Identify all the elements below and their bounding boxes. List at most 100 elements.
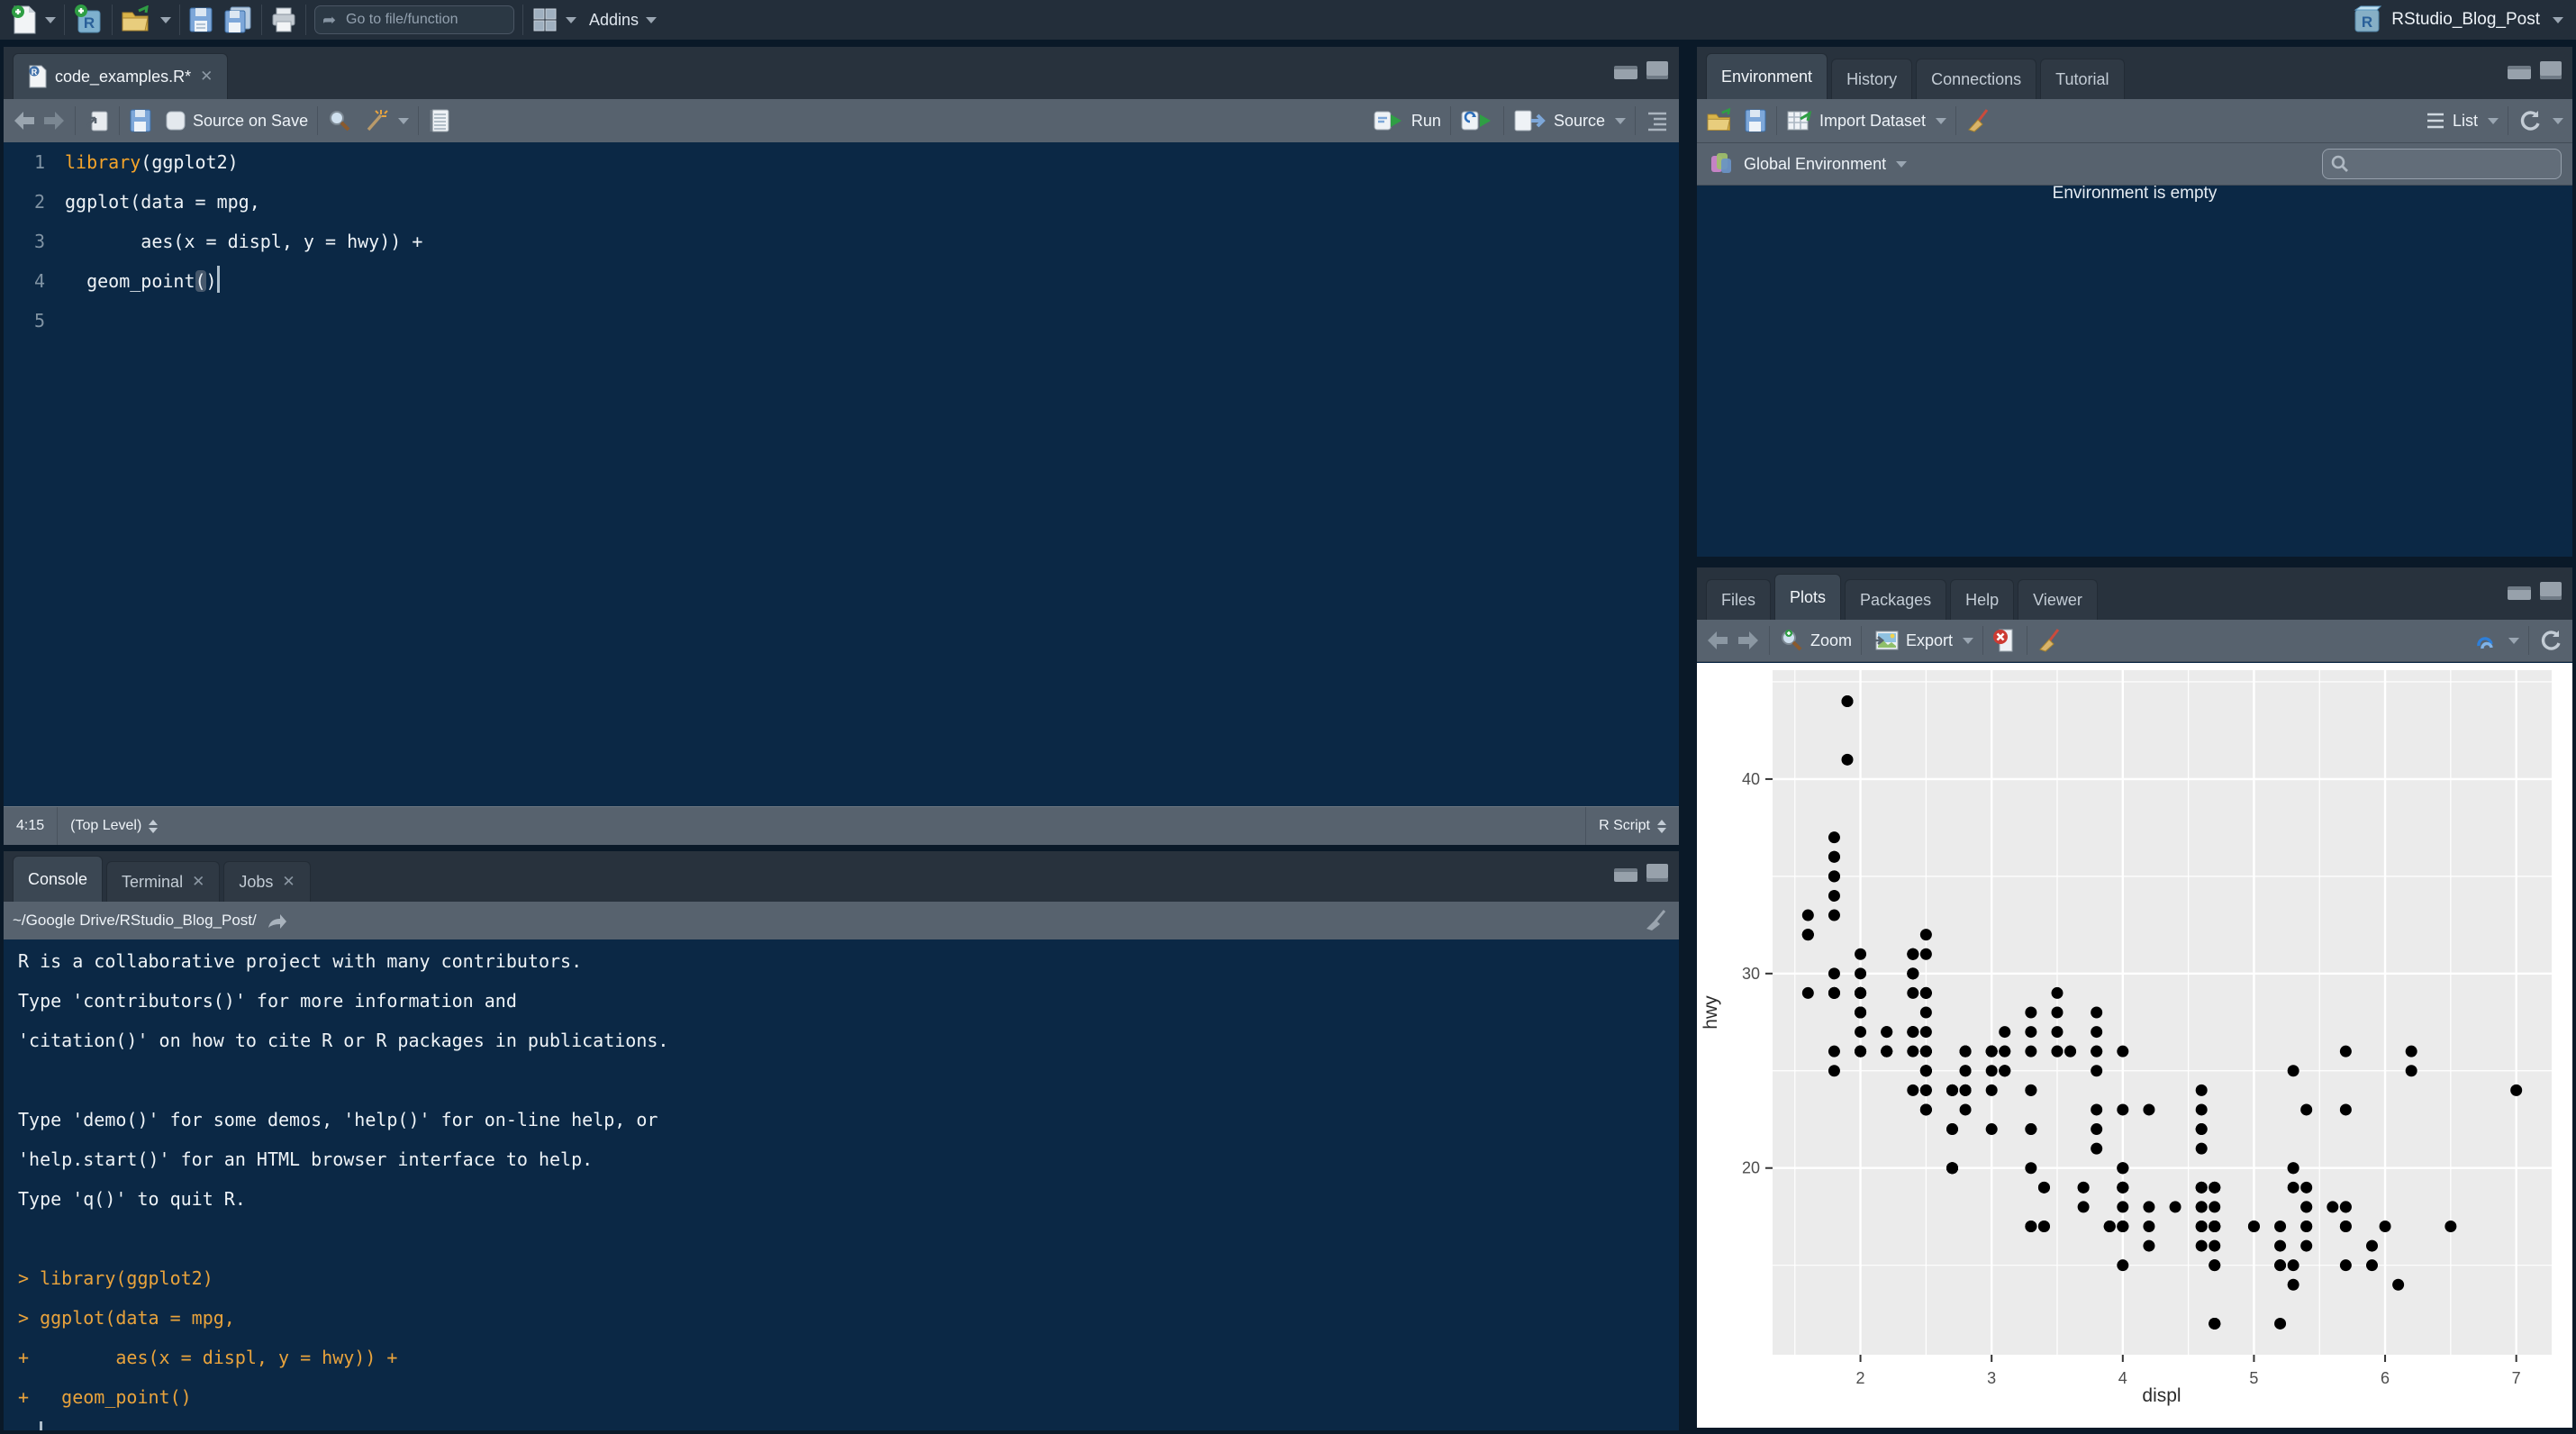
goto-file-input[interactable] xyxy=(314,5,514,34)
tab-connections[interactable]: Connections xyxy=(1916,59,2037,99)
tab-tutorial[interactable]: Tutorial xyxy=(2040,59,2125,99)
code-line[interactable]: 5 xyxy=(4,301,1679,340)
code-line[interactable]: 3 aes(x = displ, y = hwy)) + xyxy=(4,222,1679,261)
refresh-icon xyxy=(2520,111,2540,131)
save-button[interactable] xyxy=(188,6,213,33)
environment-search[interactable] xyxy=(2322,149,2562,179)
code-editor[interactable]: 1 library(ggplot2) 2 ggplot(data = mpg, 3 ae… xyxy=(4,142,1679,807)
next-plot-icon[interactable] xyxy=(1737,630,1760,651)
clear-plots-icon[interactable] xyxy=(2036,627,2064,654)
code-tools-button[interactable] xyxy=(363,108,410,133)
data-point xyxy=(1841,695,1854,708)
code-line[interactable]: 4 geom_point() xyxy=(4,261,1679,301)
import-dataset-button[interactable]: Import Dataset xyxy=(1786,108,1947,133)
code-line[interactable]: 2 ggplot(data = mpg, xyxy=(4,182,1679,222)
maximize-pane-icon[interactable] xyxy=(2540,582,2562,600)
search-icon[interactable] xyxy=(327,108,352,133)
data-point xyxy=(2195,1084,2208,1096)
minimize-pane-icon[interactable] xyxy=(1614,66,1637,79)
forward-icon[interactable] xyxy=(42,110,66,132)
tab-packages[interactable]: Packages xyxy=(1845,579,1947,620)
remove-plot-icon[interactable] xyxy=(1992,628,2018,653)
plots-toolbar: Zoom Export xyxy=(1697,620,2572,662)
tab-plots[interactable]: Plots xyxy=(1774,574,1842,620)
previous-plot-icon[interactable] xyxy=(1706,630,1729,651)
checkbox-icon[interactable] xyxy=(165,110,186,132)
open-file-button[interactable] xyxy=(121,5,171,34)
tab-terminal[interactable]: Terminal ✕ xyxy=(106,861,221,902)
source-button[interactable]: Source xyxy=(1513,109,1626,132)
tab-environment[interactable]: Environment xyxy=(1706,53,1828,99)
data-point xyxy=(2117,1103,2129,1116)
maximize-pane-icon[interactable] xyxy=(2540,61,2562,79)
data-point xyxy=(2103,1221,2116,1232)
load-workspace-icon[interactable] xyxy=(1706,108,1735,133)
goto-directory-icon[interactable] xyxy=(266,911,287,930)
data-point xyxy=(2287,1181,2299,1193)
clear-environment-icon[interactable] xyxy=(1965,107,1992,134)
source-icon xyxy=(1514,110,1546,132)
save-all-button[interactable] xyxy=(222,5,253,34)
print-button[interactable] xyxy=(270,6,297,33)
refresh-environment-button[interactable] xyxy=(2517,108,2563,133)
minimize-pane-icon[interactable] xyxy=(2508,586,2531,600)
rerun-icon[interactable] xyxy=(1460,108,1494,133)
popout-window-icon[interactable] xyxy=(85,108,110,133)
source-on-save-toggle[interactable]: Source on Save xyxy=(165,110,308,132)
code-line[interactable]: 1 library(ggplot2) xyxy=(4,142,1679,182)
console-output-line: R is a collaborative project with many c… xyxy=(18,950,583,972)
save-icon[interactable] xyxy=(129,108,152,133)
project-menu-button[interactable]: R RStudio_Blog_Post xyxy=(2352,5,2563,35)
publish-plot-button[interactable] xyxy=(2472,628,2519,653)
data-point xyxy=(2392,1278,2405,1291)
console-output[interactable]: R is a collaborative project with many c… xyxy=(4,939,1679,1430)
clear-console-icon[interactable] xyxy=(1643,907,1670,934)
new-project-button[interactable]: R xyxy=(73,4,104,36)
svg-text:R: R xyxy=(2362,14,2372,31)
tab-label: Console xyxy=(28,869,88,888)
tab-help[interactable]: Help xyxy=(1950,579,2015,620)
tab-code-examples[interactable]: R code_examples.R* ✕ xyxy=(13,53,229,99)
compile-report-icon[interactable] xyxy=(428,108,451,133)
data-point xyxy=(2405,1045,2417,1057)
data-point xyxy=(2195,1239,2208,1252)
document-outline-icon[interactable] xyxy=(1645,110,1670,132)
data-point xyxy=(2209,1201,2221,1213)
tab-files[interactable]: Files xyxy=(1706,579,1772,620)
back-icon[interactable] xyxy=(13,110,36,132)
maximize-pane-icon[interactable] xyxy=(1646,61,1668,79)
run-button[interactable]: Run xyxy=(1373,109,1441,132)
source-on-save-label: Source on Save xyxy=(193,111,309,130)
chevron-down-icon xyxy=(2553,117,2563,124)
tab-jobs[interactable]: Jobs ✕ xyxy=(223,861,311,902)
close-icon[interactable]: ✕ xyxy=(192,873,204,891)
refresh-plot-icon[interactable] xyxy=(2538,628,2563,653)
minimize-pane-icon[interactable] xyxy=(1614,868,1637,882)
new-file-button[interactable] xyxy=(11,5,56,35)
tab-viewer[interactable]: Viewer xyxy=(2018,579,2098,620)
environment-scope-selector[interactable]: Global Environment xyxy=(1744,155,1908,174)
doc-type-selector[interactable]: R Script xyxy=(1585,807,1679,845)
data-point xyxy=(1985,1084,1998,1096)
publish-icon xyxy=(2477,637,2493,649)
console-output-line: 'help.start()' for an HTML browser inter… xyxy=(18,1148,594,1170)
save-workspace-icon[interactable] xyxy=(1744,108,1767,133)
zoom-plot-button[interactable]: Zoom xyxy=(1779,628,1852,653)
data-point xyxy=(2077,1181,2090,1193)
close-icon[interactable]: ✕ xyxy=(282,873,295,891)
tab-console[interactable]: Console xyxy=(13,856,104,902)
maximize-pane-icon[interactable] xyxy=(1646,864,1668,882)
scope-selector[interactable]: (Top Level) xyxy=(58,807,170,845)
data-point xyxy=(2117,1221,2129,1232)
close-icon[interactable]: ✕ xyxy=(200,68,213,86)
data-point xyxy=(2051,986,2064,999)
minimize-pane-icon[interactable] xyxy=(2508,66,2531,79)
data-point xyxy=(2091,1045,2103,1057)
goto-file-search[interactable]: ➦ xyxy=(314,5,514,34)
environment-view-selector[interactable]: List xyxy=(2425,111,2499,131)
pane-layout-button[interactable] xyxy=(531,6,576,33)
addins-menu[interactable]: Addins xyxy=(589,11,658,30)
export-plot-button[interactable]: Export xyxy=(1871,628,1974,653)
data-point xyxy=(2209,1181,2221,1193)
tab-history[interactable]: History xyxy=(1831,59,1913,99)
